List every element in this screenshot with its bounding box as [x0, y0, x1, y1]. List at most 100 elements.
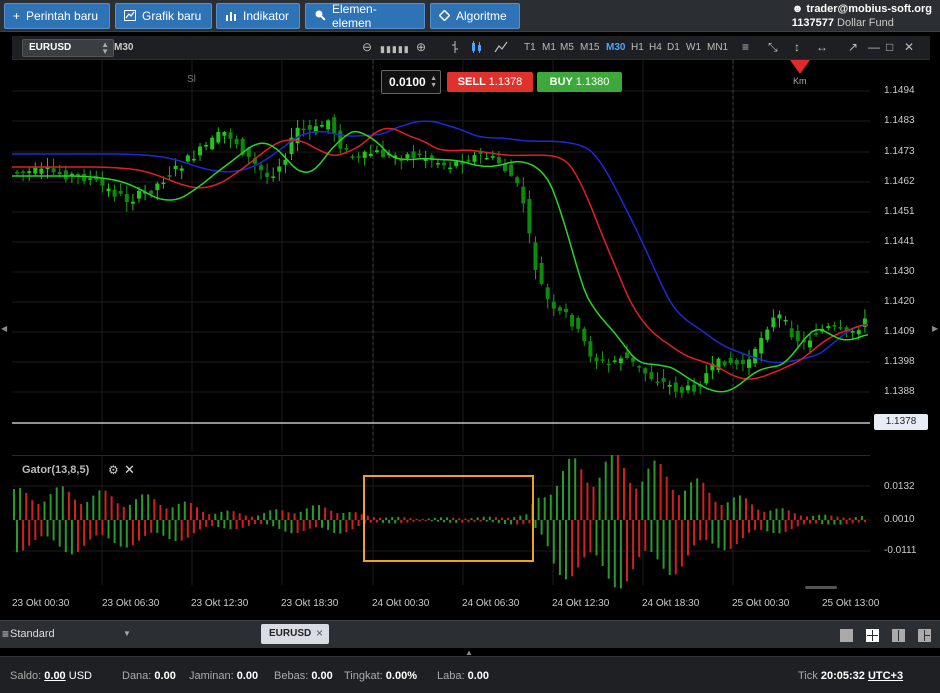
- detach-icon[interactable]: ↗: [848, 40, 858, 54]
- indicator-settings-icon[interactable]: ≡: [742, 40, 749, 54]
- tf-d1[interactable]: D1: [667, 42, 680, 53]
- km-marker-icon[interactable]: [790, 60, 810, 74]
- margin-level-label: Tingkat:: [344, 670, 383, 682]
- candle: [759, 337, 764, 354]
- candle: [277, 166, 282, 172]
- new-order-button[interactable]: + Perintah baru: [4, 3, 110, 29]
- candle: [362, 151, 367, 158]
- candle: [612, 360, 617, 362]
- indicator-button[interactable]: Indikator: [216, 3, 300, 29]
- candle: [655, 381, 660, 384]
- close-icon[interactable]: ✕: [904, 40, 914, 54]
- equity-value: 0.00: [154, 670, 176, 682]
- zoom-slider[interactable]: ▮▮▮▮▮: [380, 42, 410, 56]
- candle: [679, 387, 684, 393]
- layout-columns-icon[interactable]: [892, 629, 905, 642]
- margin-level-value: 0.00%: [385, 670, 417, 682]
- time-tick: 24 Okt 06:30: [462, 598, 520, 609]
- candle: [332, 117, 337, 134]
- tf-h4[interactable]: H4: [649, 42, 662, 53]
- line-chart-icon[interactable]: [494, 40, 508, 57]
- status-bar: Saldo: 0.00 USD Dana: 0.00 Jaminan: 0.00…: [0, 656, 940, 693]
- chart-scrollbar[interactable]: [805, 586, 837, 589]
- candle: [173, 165, 178, 170]
- candle: [344, 148, 349, 150]
- indicator-name: Gator(13,8,5): [22, 464, 90, 476]
- right-panel-arrow-icon[interactable]: ▶: [932, 324, 938, 333]
- candle: [832, 325, 837, 327]
- candle: [521, 186, 526, 204]
- candle: [661, 378, 666, 382]
- candle: [210, 137, 215, 150]
- vertical-line-icon[interactable]: ↕: [794, 40, 800, 54]
- gear-icon[interactable]: ⚙: [108, 463, 119, 477]
- time-tick: 24 Okt 00:30: [372, 598, 430, 609]
- candle-chart-icon[interactable]: [470, 40, 484, 57]
- zoom-in-icon[interactable]: ⊕: [416, 40, 426, 54]
- candle: [783, 319, 788, 322]
- bar-chart-icon[interactable]: [450, 40, 460, 57]
- chart-toolbar: EURUSD ▲ ▼ M30 ⊖ ▮▮▮▮▮ ⊕ T1 M1 M5 M15 M30…: [12, 36, 930, 60]
- candle: [448, 167, 453, 170]
- horizontal-line-icon[interactable]: ↔: [816, 40, 828, 54]
- candle: [503, 163, 507, 172]
- elements-button[interactable]: Elemen-elemen: [305, 2, 425, 30]
- tf-mn1[interactable]: MN1: [707, 42, 728, 53]
- candle: [82, 173, 87, 182]
- crosshair-icon[interactable]: ⤡: [768, 40, 778, 54]
- bars-icon: [225, 10, 237, 23]
- close-icon[interactable]: ✕: [124, 462, 135, 478]
- candle: [643, 368, 648, 374]
- candle: [283, 159, 288, 165]
- tf-m15[interactable]: M15: [580, 42, 599, 53]
- candle: [405, 154, 410, 159]
- left-panel-arrow-icon[interactable]: ◀: [1, 324, 7, 333]
- workspace-name[interactable]: Standard: [10, 628, 55, 640]
- timezone-value[interactable]: UTC+3: [868, 670, 903, 682]
- candle: [368, 153, 373, 156]
- sell-button[interactable]: SELL 1.1378: [447, 72, 533, 92]
- tf-m30[interactable]: M30: [606, 42, 625, 53]
- tf-m1[interactable]: M1: [542, 42, 556, 53]
- margin-label: Jaminan:: [189, 670, 234, 682]
- chevron-down-icon[interactable]: ▼: [123, 629, 131, 638]
- tf-m5[interactable]: M5: [560, 42, 574, 53]
- candle: [856, 330, 861, 335]
- candle: [777, 314, 782, 319]
- candle: [161, 182, 166, 185]
- lot-size-stepper[interactable]: 0.0100 ▲ ▼: [381, 70, 441, 94]
- candle: [753, 348, 758, 364]
- price-tick: 1.1441: [884, 236, 915, 247]
- zoom-out-icon[interactable]: ⊖: [362, 40, 372, 54]
- price-tick: 1.1388: [884, 386, 915, 397]
- tick-label: Tick: [798, 670, 818, 682]
- price-axis: 1.1494 1.1483 1.1473 1.1462 1.1451 1.144…: [870, 60, 930, 452]
- menu-icon[interactable]: ≡: [2, 627, 9, 641]
- spin-arrows-icon[interactable]: ▲ ▼: [430, 75, 437, 89]
- candle: [728, 357, 733, 364]
- new-chart-button[interactable]: Grafik baru: [115, 3, 212, 29]
- price-chart[interactable]: [12, 60, 870, 452]
- minimize-icon[interactable]: —: [868, 40, 880, 54]
- tf-t1[interactable]: T1: [524, 42, 536, 53]
- buy-button[interactable]: BUY 1.1380: [537, 72, 622, 92]
- chart-tab-eurusd[interactable]: EURUSD ×: [261, 624, 329, 644]
- balance-label: Saldo:: [10, 670, 42, 682]
- layout-single-icon[interactable]: [840, 629, 853, 642]
- algorithm-button[interactable]: Algoritme: [430, 3, 520, 29]
- balance-currency: USD: [68, 670, 92, 682]
- candle: [216, 131, 221, 143]
- time-tick: 24 Okt 18:30: [642, 598, 700, 609]
- trading-terminal: + Perintah baru Grafik baru Indikator El…: [0, 0, 940, 693]
- layout-grid-icon[interactable]: [866, 629, 879, 642]
- tf-w1[interactable]: W1: [686, 42, 701, 53]
- candle: [51, 168, 56, 173]
- symbol-select[interactable]: EURUSD ▲ ▼: [22, 39, 114, 57]
- maximize-icon[interactable]: □: [886, 40, 893, 54]
- tf-h1[interactable]: H1: [631, 42, 644, 53]
- close-icon[interactable]: ×: [316, 626, 323, 640]
- time-tick: 23 Okt 12:30: [191, 598, 249, 609]
- account-info[interactable]: ☻ trader@mobius-soft.org 1137577 Dollar …: [792, 2, 932, 30]
- candle: [320, 125, 324, 127]
- layout-split-icon[interactable]: [918, 629, 931, 642]
